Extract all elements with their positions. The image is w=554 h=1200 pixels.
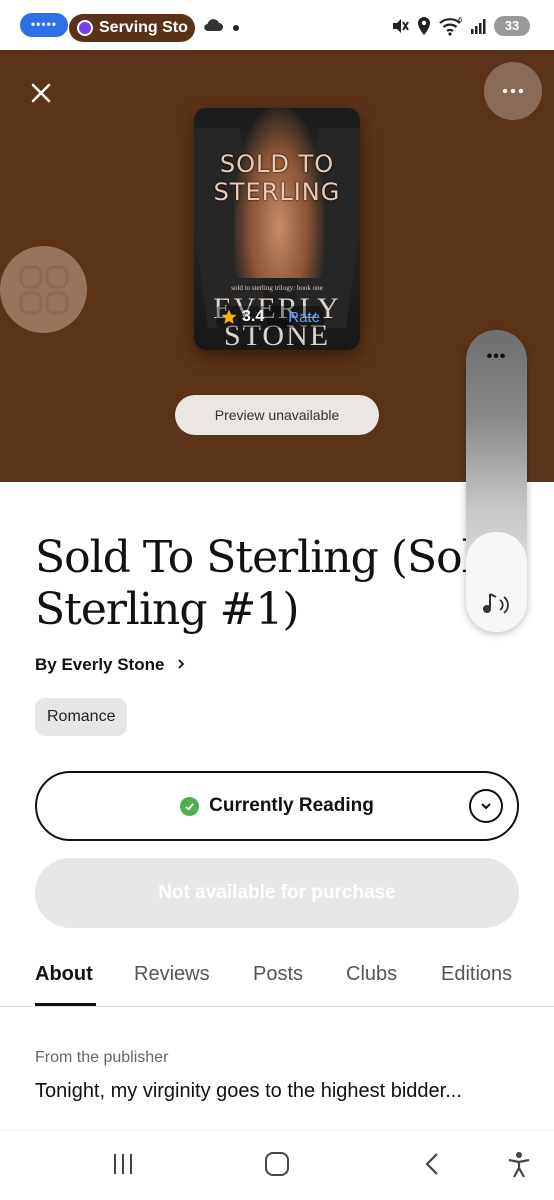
tab-editions[interactable]: Editions (441, 963, 512, 986)
cover-title-line2: STERLING (213, 178, 341, 206)
book-title: Sold To Sterling (Sold Sterling #1) (35, 532, 515, 636)
book-title-line1: Sold To Sterling (Sold (35, 532, 503, 583)
cover-subtitle: sold to sterling trilogy: book one (231, 284, 323, 292)
rate-button[interactable]: Rate (288, 309, 320, 326)
close-icon[interactable] (26, 78, 56, 108)
chevron-down-icon (481, 803, 491, 810)
cover-title-line1: SOLD TO (219, 150, 335, 178)
battery-indicator: 33 (494, 16, 530, 36)
volume-slider[interactable]: ••• (466, 330, 527, 632)
author-link[interactable]: By Everly Stone (35, 655, 187, 675)
cloud-icon (204, 19, 223, 32)
book-title-line2: Sterling #1) (35, 584, 300, 635)
app-activity-pill[interactable]: Serving Sto (69, 14, 195, 42)
status-bar: ••••• Serving Sto 6 33 (0, 0, 554, 50)
grid-apps-icon (19, 265, 68, 314)
music-volume-icon (483, 593, 509, 614)
tab-reviews[interactable]: Reviews (134, 963, 210, 986)
back-icon[interactable] (420, 1151, 446, 1177)
author-label: By Everly Stone (35, 655, 165, 674)
chevron-right-icon (178, 659, 185, 669)
app-icon (77, 20, 93, 36)
system-nav-bar (0, 1130, 554, 1200)
book-tabs: About Reviews Posts Clubs Editions (0, 955, 554, 1007)
notification-pill[interactable]: ••••• (20, 13, 68, 37)
book-description[interactable]: Tonight, my virginity goes to the highes… (35, 1080, 462, 1103)
home-icon[interactable] (264, 1151, 290, 1177)
reading-status-content: Currently Reading (37, 773, 517, 839)
star-icon (221, 309, 237, 324)
purchase-button: Not available for purchase (35, 858, 519, 928)
wifi-icon: 6 (439, 16, 463, 36)
tab-clubs[interactable]: Clubs (346, 963, 397, 986)
check-circle-icon (180, 796, 200, 816)
status-dropdown-button[interactable] (469, 789, 503, 823)
status-dot (233, 25, 239, 31)
floating-apps-bubble[interactable] (0, 246, 87, 333)
app-pill-label: Serving Sto (99, 19, 188, 36)
genre-chip[interactable]: Romance (35, 698, 128, 736)
publisher-section-label: From the publisher (35, 1049, 169, 1066)
svg-text:6: 6 (458, 16, 463, 24)
volume-options-icon[interactable]: ••• (466, 348, 527, 366)
accessibility-icon[interactable] (506, 1151, 532, 1179)
mute-icon (393, 19, 409, 33)
average-rating: 3.4 (242, 308, 265, 325)
reading-status-button[interactable]: Currently Reading (35, 771, 519, 841)
active-tab-indicator (35, 1003, 96, 1006)
tab-posts[interactable]: Posts (253, 963, 303, 986)
book-cover: SOLD TO STERLING sold to sterling trilog… (194, 108, 360, 350)
system-icons: 6 33 (390, 14, 530, 38)
signal-icon (471, 19, 486, 34)
reading-status-label: Currently Reading (209, 795, 374, 816)
more-options-button[interactable] (484, 62, 542, 120)
more-horizontal-icon (502, 88, 524, 94)
recents-icon[interactable] (110, 1151, 136, 1177)
preview-button[interactable]: Preview unavailable (175, 395, 379, 435)
rating-row: 3.4 Rate (216, 306, 324, 328)
tab-about[interactable]: About (35, 963, 93, 986)
location-icon (418, 17, 430, 35)
